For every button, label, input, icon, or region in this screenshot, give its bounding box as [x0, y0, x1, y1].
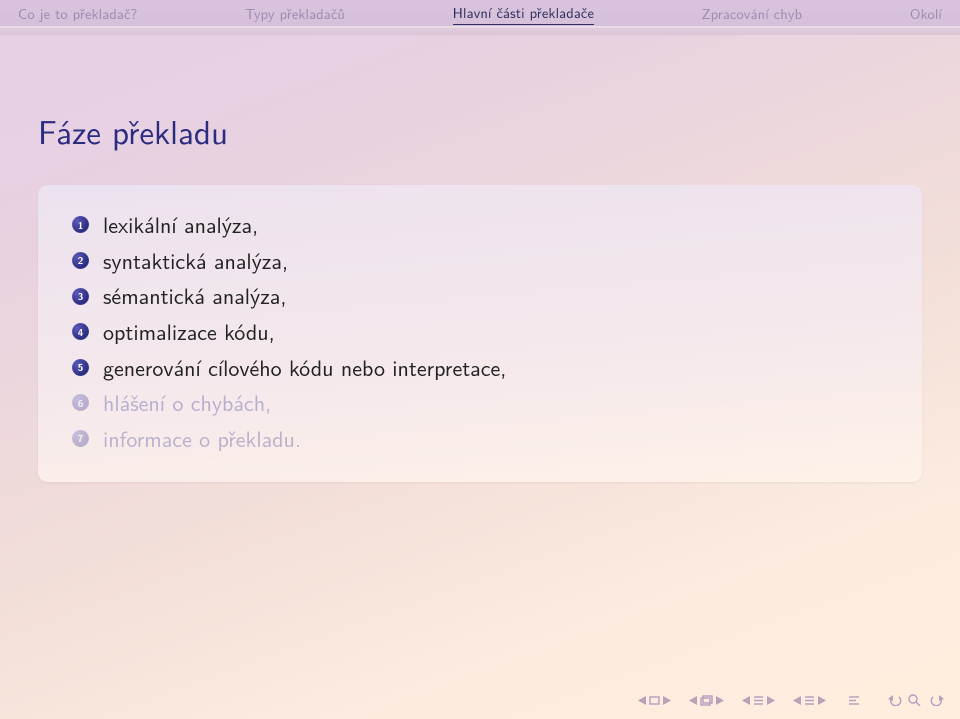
frame-icon: [700, 695, 713, 706]
nav-section-prev-next[interactable]: [793, 695, 826, 706]
section-navbar: Co je to překladač? Typy překladačů Hlav…: [0, 0, 960, 27]
list-item: 1 lexikální analýza,: [72, 207, 888, 243]
slide-icon: [649, 696, 660, 705]
list-item: 6 hlášení o chybách,: [72, 385, 888, 421]
nav-item-0[interactable]: Co je to překladač?: [18, 3, 137, 24]
footer-nav: [0, 685, 960, 719]
list-item: 4 optimalizace kódu,: [72, 314, 888, 350]
nav-slide-prev-next[interactable]: [638, 696, 671, 705]
bullet-number-icon: 7: [72, 430, 89, 447]
phase-list: 1 lexikální analýza, 2 syntaktická analý…: [72, 207, 888, 456]
nav-item-4[interactable]: Okolí: [910, 3, 942, 24]
bullet-number-icon: 3: [72, 288, 89, 305]
navbar-spacer: [0, 35, 960, 45]
nav-frame-prev-next[interactable]: [689, 695, 724, 706]
subsection-icon: [753, 695, 764, 706]
search-icon: [908, 694, 924, 706]
nav-item-1[interactable]: Typy překladačů: [245, 3, 345, 24]
list-item-text: generování cílového kódu nebo interpreta…: [103, 350, 506, 386]
section-icon: [804, 695, 815, 706]
nav-item-2[interactable]: Hlavní části překladače: [453, 2, 594, 25]
undo-icon: [888, 694, 902, 706]
list-item-text: lexikální analýza,: [103, 207, 258, 243]
list-item: 3 sémantická analýza,: [72, 278, 888, 314]
list-item-text: informace o překladu.: [103, 421, 301, 457]
navbar-separator: [0, 27, 960, 35]
nav-subsection-prev-next[interactable]: [742, 695, 775, 706]
bullet-number-icon: 4: [72, 323, 89, 340]
content-block: 1 lexikální analýza, 2 syntaktická analý…: [38, 185, 922, 482]
list-item-text: hlášení o chybách,: [103, 385, 271, 421]
list-item: 7 informace o překladu.: [72, 421, 888, 457]
nav-item-3[interactable]: Zpracování chyb: [702, 3, 803, 24]
list-item-text: optimalizace kódu,: [103, 314, 275, 350]
bullet-number-icon: 1: [72, 216, 89, 233]
bullet-number-icon: 2: [72, 252, 89, 269]
list-item: 5 generování cílového kódu nebo interpre…: [72, 350, 888, 386]
list-item: 2 syntaktická analýza,: [72, 243, 888, 279]
list-item-text: syntaktická analýza,: [103, 243, 288, 279]
bullet-number-icon: 5: [72, 359, 89, 376]
list-item-text: sémantická analýza,: [103, 278, 286, 314]
bullet-number-icon: 6: [72, 394, 89, 411]
redo-icon: [930, 694, 944, 706]
slide-title: Fáze překladu: [0, 45, 960, 155]
nav-goto-end-icon[interactable]: [848, 695, 860, 706]
nav-back-forward[interactable]: [888, 694, 944, 706]
